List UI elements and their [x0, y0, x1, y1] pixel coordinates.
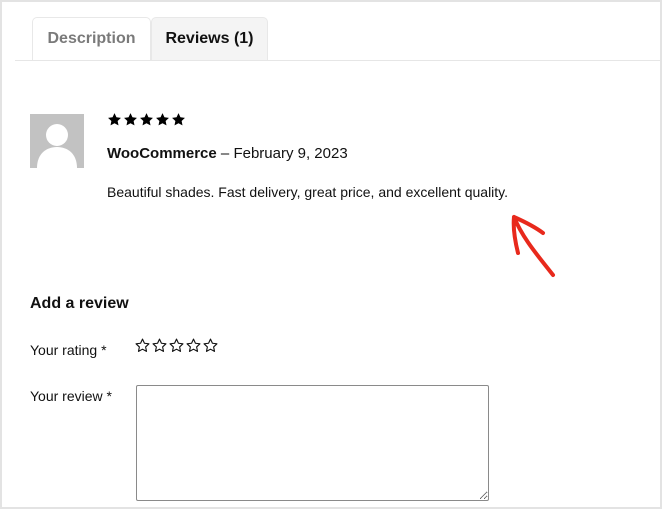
rating-label: Your rating * — [30, 342, 107, 358]
rating-star-4-icon[interactable] — [186, 338, 201, 353]
add-review-heading: Add a review — [30, 295, 129, 312]
review-separator: – — [216, 145, 234, 162]
avatar — [30, 114, 84, 168]
review-label: Your review * — [30, 388, 112, 404]
star-filled-icon — [140, 113, 153, 126]
tabs-divider — [15, 60, 660, 61]
tab-reviews-label: Reviews (1) — [165, 30, 254, 47]
user-silhouette-icon — [30, 114, 84, 168]
rating-star-5-icon[interactable] — [203, 338, 218, 353]
review-text: Beautiful shades. Fast delivery, great p… — [107, 184, 509, 200]
red-arrow-annotation-icon — [511, 215, 555, 277]
rating-star-3-icon[interactable] — [169, 338, 184, 353]
tab-description[interactable]: Description — [32, 17, 151, 60]
star-filled-icon — [124, 113, 137, 126]
rating-input[interactable] — [135, 338, 218, 353]
tab-reviews[interactable]: Reviews (1) — [151, 17, 268, 60]
star-filled-icon — [172, 113, 185, 126]
review-star-rating — [107, 112, 186, 127]
tab-description-label: Description — [47, 30, 136, 47]
review-author: WooCommerce — [107, 145, 217, 162]
star-filled-icon — [108, 113, 121, 126]
rating-star-1-icon[interactable] — [135, 338, 150, 353]
review-meta: WooCommerce – February 9, 2023 — [107, 145, 348, 162]
star-filled-icon — [156, 113, 169, 126]
review-date: February 9, 2023 — [233, 145, 348, 162]
rating-star-2-icon[interactable] — [152, 338, 167, 353]
review-textarea[interactable] — [136, 385, 489, 501]
